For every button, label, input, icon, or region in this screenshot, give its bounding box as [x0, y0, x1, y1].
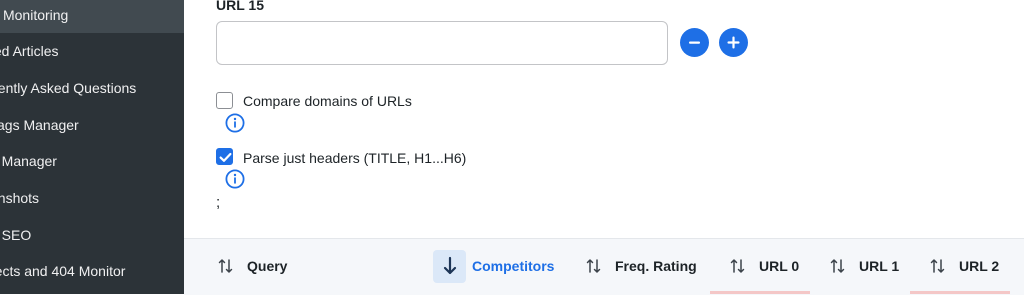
compare-domains-checkbox[interactable] — [216, 92, 233, 109]
arrow-down-icon — [443, 256, 456, 275]
column-label: Freq. Rating — [615, 258, 697, 274]
remove-url-button[interactable] — [680, 28, 709, 57]
checkmark-icon — [219, 152, 232, 162]
sidebar-item-faq[interactable]: uently Asked Questions — [0, 70, 184, 106]
url-field-label: URL 15 — [216, 0, 264, 13]
sidebar-item-seo[interactable]: e SEO — [0, 217, 184, 253]
parse-headers-label: Parse just headers (TITLE, H1...H6) — [243, 150, 467, 166]
column-header-competitors[interactable]: Competitors — [433, 239, 554, 293]
sort-arrows-icon — [586, 259, 601, 273]
sort-arrows-icon — [730, 259, 745, 273]
sidebar-item-media-manager[interactable]: a Manager — [0, 143, 184, 179]
column-label: URL 2 — [959, 258, 1000, 274]
results-table-header: Query Competitors Freq. Rating URL 0 URL… — [184, 238, 1024, 295]
admin-sidebar: P Monitoring ted Articles uently Asked Q… — [0, 0, 184, 294]
column-label: Competitors — [472, 258, 555, 274]
plus-circle-icon — [727, 36, 740, 49]
sidebar-item-related-articles[interactable]: ted Articles — [0, 33, 184, 69]
sidebar-item-label: Tags Manager — [0, 117, 79, 133]
column-header-url-0[interactable]: URL 0 — [729, 239, 799, 293]
sort-arrows-icon — [218, 259, 233, 273]
sidebar-item-redirects[interactable]: rects and 404 Monitor — [0, 253, 184, 289]
info-icon[interactable] — [225, 113, 245, 133]
sidebar-item-label: enshots — [0, 190, 40, 206]
column-label: URL 1 — [859, 258, 900, 274]
sort-arrows-icon — [930, 259, 945, 273]
minus-circle-icon — [689, 41, 700, 44]
add-url-button[interactable] — [719, 28, 748, 57]
parse-headers-checkbox[interactable] — [216, 148, 233, 165]
sidebar-item-screenshots[interactable]: enshots — [0, 180, 184, 216]
sidebar-item-label: ted Articles — [0, 43, 59, 59]
sidebar-item-label: rects and 404 Monitor — [0, 263, 126, 279]
info-icon[interactable] — [225, 169, 245, 189]
sidebar-item-label: a Manager — [0, 153, 57, 169]
sort-indicator — [433, 249, 466, 283]
url-input[interactable] — [216, 21, 668, 65]
url-settings-form: URL 15 Compare domains of URLs Parse jus… — [184, 0, 1024, 238]
trailing-text: ; — [216, 194, 221, 211]
sidebar-item-label: uently Asked Questions — [0, 80, 137, 96]
sort-arrows-icon — [830, 259, 845, 273]
column-header-url-1[interactable]: URL 1 — [829, 239, 899, 293]
column-header-query[interactable]: Query — [217, 239, 287, 293]
sidebar-item-tags-manager[interactable]: Tags Manager — [0, 107, 184, 143]
column-label: Query — [247, 258, 288, 274]
compare-domains-label: Compare domains of URLs — [243, 93, 412, 109]
sidebar-item-label: e SEO — [0, 227, 32, 243]
sidebar-item-label: P Monitoring — [0, 7, 69, 23]
column-header-freq-rating[interactable]: Freq. Rating — [585, 239, 697, 293]
sidebar-item-monitoring[interactable]: P Monitoring — [0, 0, 184, 33]
column-header-url-2[interactable]: URL 2 — [929, 239, 999, 293]
column-label: URL 0 — [759, 258, 800, 274]
